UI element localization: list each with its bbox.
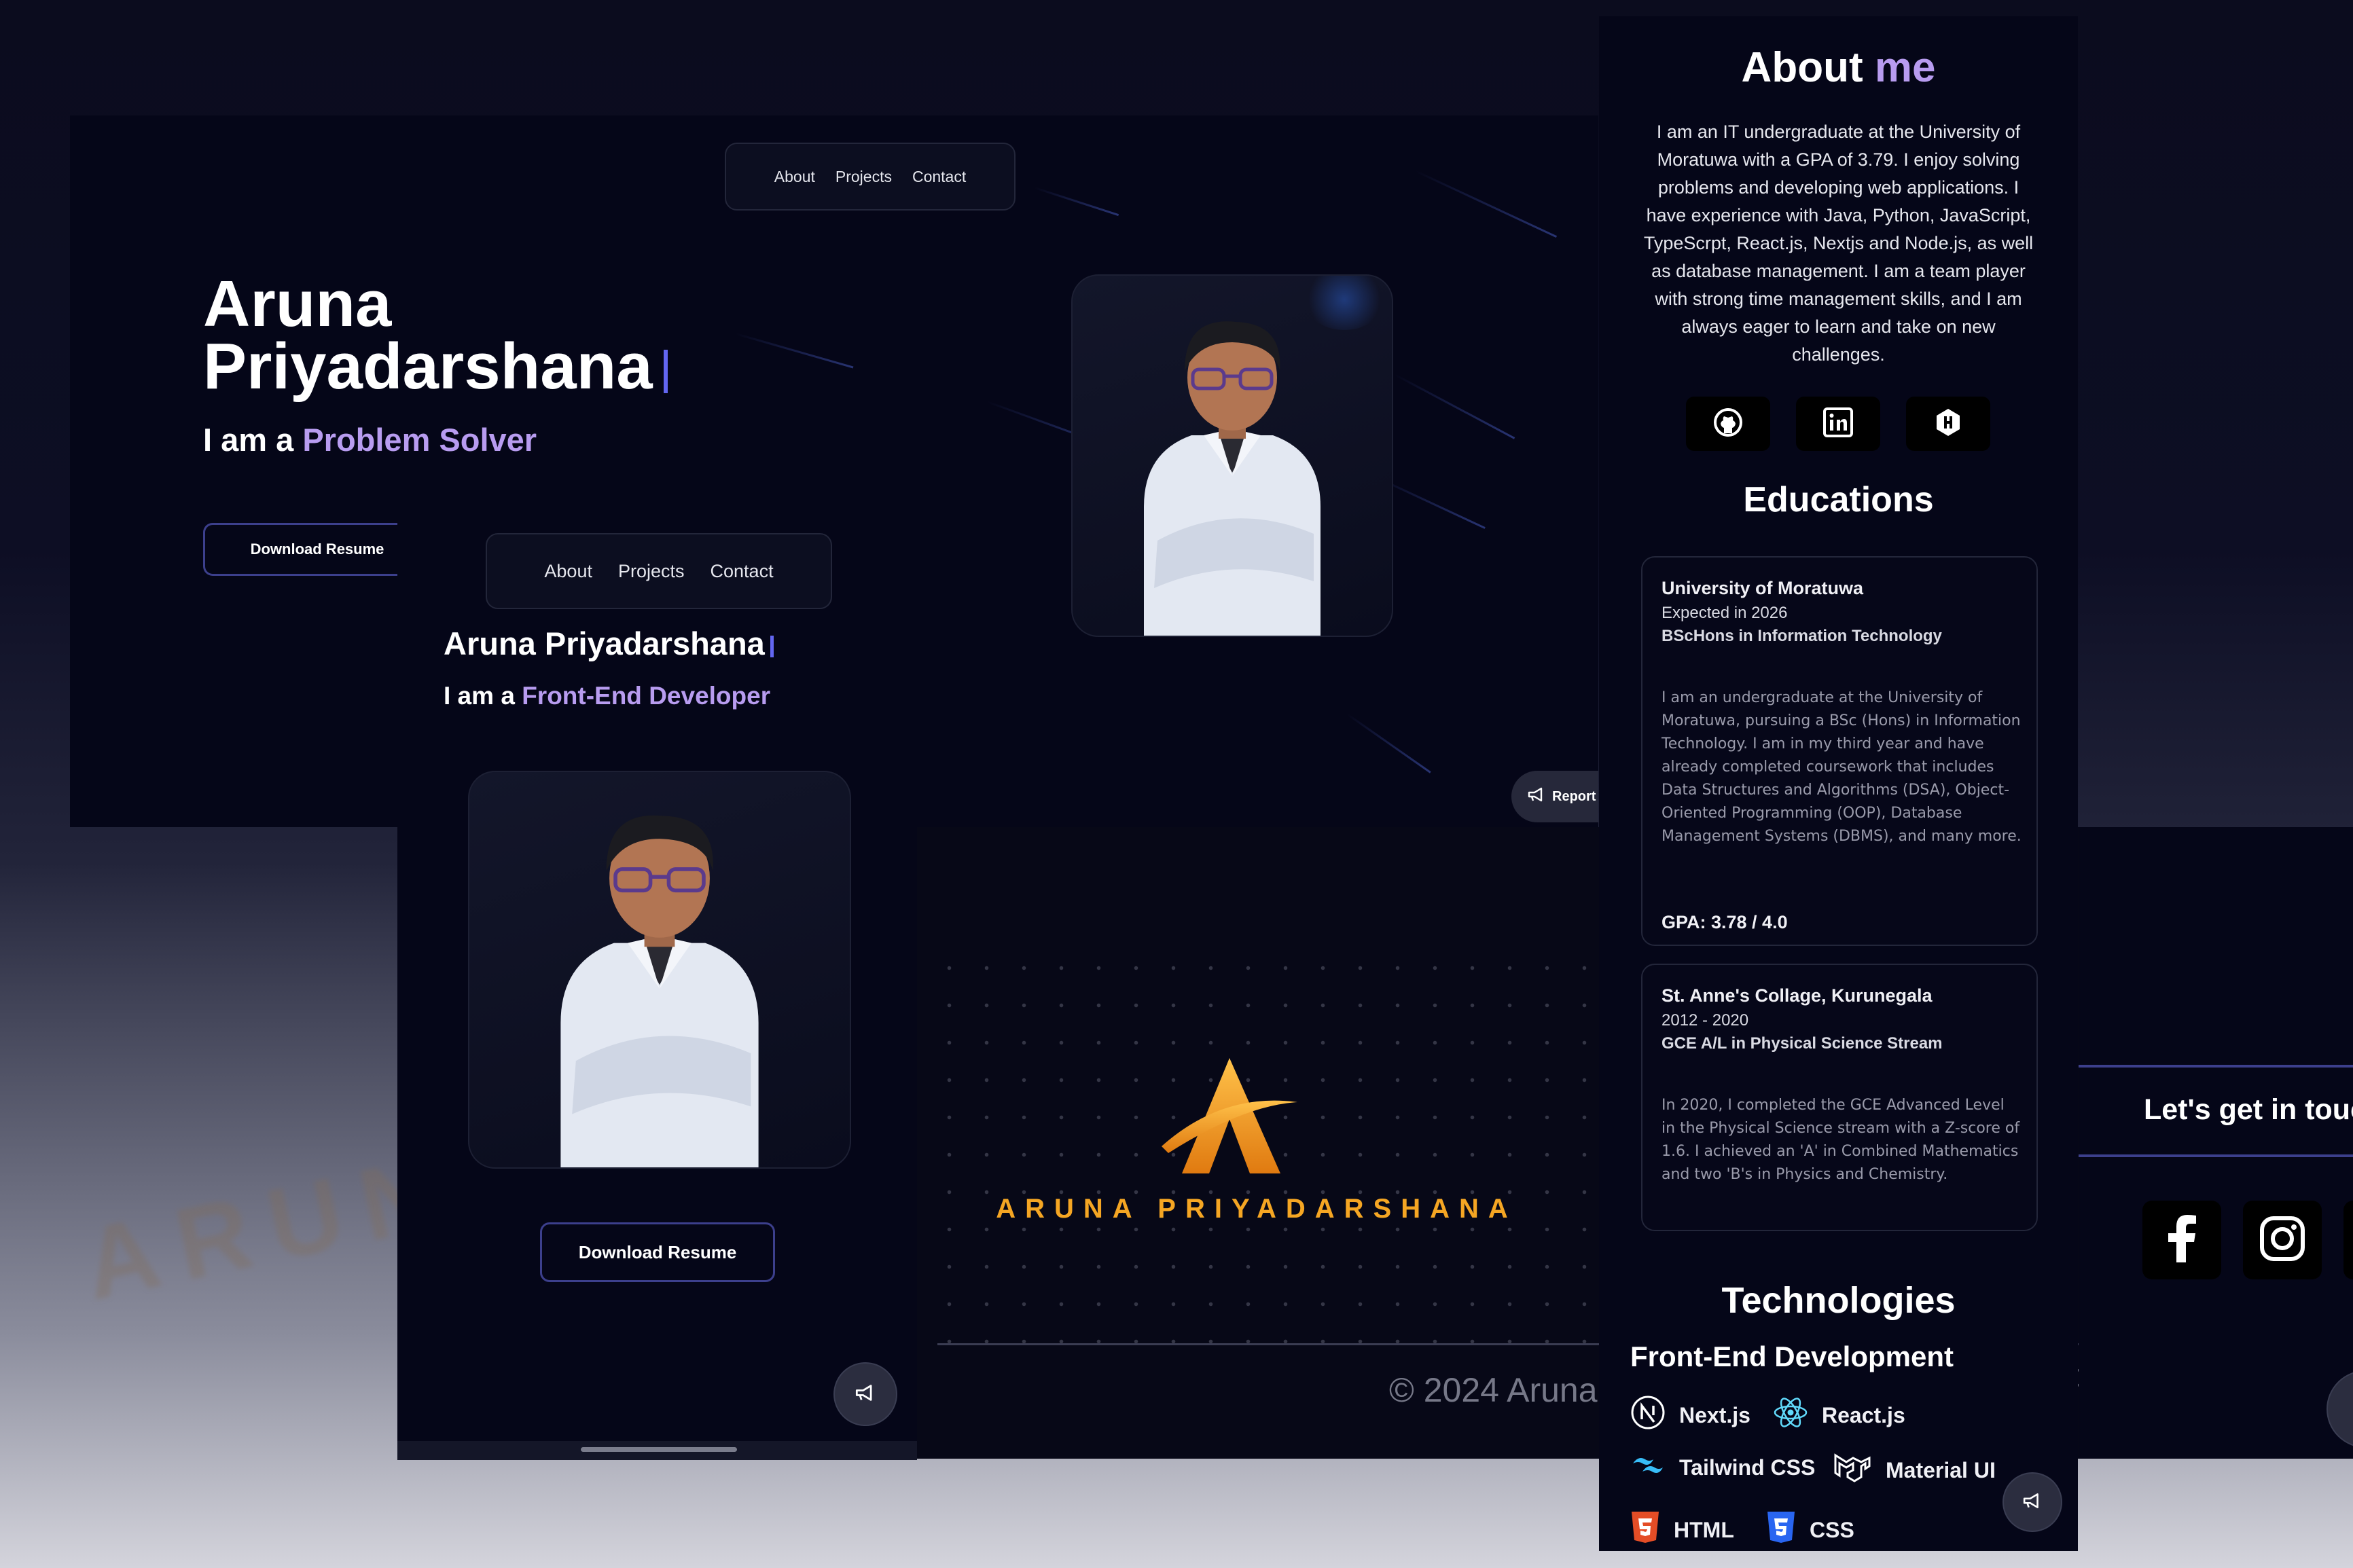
contact-bottom-border: [2079, 1154, 2353, 1157]
education-card: St. Anne's Collage, Kurunegala 2012 - 20…: [1641, 964, 2038, 1231]
contact-heading: Let's get in touc: [2144, 1093, 2353, 1126]
technologies-title: Technologies: [1721, 1280, 1956, 1321]
about-title-accent: me: [1874, 44, 1936, 91]
footer-copyright: © 2024 Aruna: [1389, 1371, 1598, 1409]
mobile-nav-projects[interactable]: Projects: [618, 561, 685, 582]
hero-name: Aruna Priyadarshana: [203, 268, 668, 399]
next-social-button[interactable]: [2343, 1201, 2353, 1279]
tech-item-reactjs: React.js: [1773, 1395, 1905, 1436]
material-ui-icon: [1834, 1453, 1872, 1488]
linkedin-icon: [1823, 407, 1853, 441]
megaphone-icon: [855, 1384, 876, 1405]
light-streak: [1414, 170, 1558, 238]
edu-school: St. Anne's Collage, Kurunegala: [1662, 985, 1933, 1006]
facebook-icon: [2167, 1214, 2197, 1266]
desktop-download-resume-button[interactable]: Download Resume: [203, 523, 429, 576]
contact-screenshot: Let's get in touc: [2079, 827, 2353, 1459]
tech-label: React.js: [1822, 1402, 1905, 1427]
css3-icon: [1766, 1510, 1796, 1550]
mobile-hero-screenshot: About Projects Contact Aruna Priyadarsha…: [397, 509, 917, 1460]
tech-label: HTML: [1674, 1517, 1734, 1542]
tech-item-nextjs: Next.js: [1630, 1395, 1750, 1436]
tagline-role: Problem Solver: [302, 422, 537, 458]
educations-title: Educations: [1743, 480, 1934, 519]
report-button[interactable]: Report: [1511, 771, 1598, 822]
tech-label: Material UI: [1886, 1457, 1996, 1482]
edu-description: I am an undergraduate at the University …: [1662, 689, 2022, 845]
nextjs-icon: [1630, 1395, 1666, 1436]
mobile-profile-photo-card: [468, 771, 851, 1169]
about-report-button[interactable]: [2002, 1472, 2062, 1532]
tagline-prefix: I am a: [203, 422, 294, 458]
tech-label: CSS: [1810, 1517, 1854, 1542]
instagram-button[interactable]: [2243, 1201, 2322, 1279]
hero-name-line1: Aruna: [203, 268, 392, 340]
logo-emblem: [1162, 1058, 1297, 1173]
tech-item-html: HTML: [1630, 1510, 1734, 1550]
edu-school: University of Moratuwa: [1662, 578, 1864, 598]
mobile-nav-contact[interactable]: Contact: [711, 561, 774, 582]
linkedin-button[interactable]: [1796, 397, 1880, 451]
mobile-nav-about[interactable]: About: [544, 561, 592, 582]
tech-label: Tailwind CSS: [1679, 1455, 1816, 1480]
home-indicator[interactable]: [581, 1447, 737, 1452]
desktop-profile-photo-card: [1071, 274, 1393, 637]
mobile-profile-photo: [560, 815, 759, 1167]
facebook-button[interactable]: [2142, 1201, 2221, 1279]
about-title: About me: [1599, 43, 2078, 92]
mobile-nav: About Projects Contact: [486, 533, 832, 609]
tech-item-material-ui: Material UI: [1834, 1453, 1996, 1488]
hashnode-icon: [1933, 407, 1963, 441]
report-label: Report: [1552, 788, 1596, 804]
contact-top-border: [2079, 1065, 2353, 1068]
edu-period: 2012 - 2020: [1662, 1011, 1749, 1029]
profile-photo: [1144, 321, 1321, 636]
nav-contact[interactable]: Contact: [912, 168, 966, 186]
typing-cursor: [770, 635, 774, 657]
education-card: University of Moratuwa Expected in 2026 …: [1641, 556, 2038, 946]
edu-gpa: GPA: 3.78 / 4.0: [1662, 912, 1788, 932]
github-icon: [1713, 407, 1743, 441]
megaphone-icon: [2023, 1493, 2042, 1512]
edu-degree: BScHons in Information Technology: [1662, 627, 1942, 645]
about-title-main: About: [1741, 44, 1863, 91]
light-streak: [735, 333, 854, 369]
github-button[interactable]: [1686, 397, 1770, 451]
html5-icon: [1630, 1510, 1660, 1550]
mobile-hero-name: Aruna Priyadarshana: [444, 625, 774, 662]
about-body: I am an IT undergraduate at the Universi…: [1643, 122, 2034, 365]
nav-about[interactable]: About: [774, 168, 815, 186]
light-streak: [1394, 373, 1515, 439]
megaphone-icon: [1528, 787, 1545, 806]
mobile-download-resume-button[interactable]: Download Resume: [540, 1222, 775, 1282]
light-streak: [1346, 713, 1431, 773]
mobile-tagline-role: Front-End Developer: [522, 682, 771, 710]
typing-cursor: [663, 349, 668, 393]
desktop-nav: About Projects Contact: [725, 143, 1016, 211]
mobile-name-text: Aruna Priyadarshana: [444, 625, 765, 661]
about-screenshot: About me I am an IT undergraduate at the…: [1599, 16, 2078, 1551]
hero-tagline: I am a Problem Solver: [203, 421, 537, 458]
tailwind-icon: [1630, 1453, 1666, 1482]
react-icon: [1773, 1395, 1808, 1436]
logo-wordmark: ARUNA PRIYADARSHANA: [996, 1194, 1517, 1224]
light-streak: [1034, 187, 1119, 217]
mobile-hero-tagline: I am a Front-End Developer: [444, 682, 770, 710]
technologies-subtitle: Front-End Development: [1630, 1341, 1954, 1372]
tech-item-tailwind: Tailwind CSS: [1630, 1453, 1815, 1482]
instagram-icon: [2259, 1215, 2306, 1266]
mobile-tagline-prefix: I am a: [444, 682, 515, 710]
tech-item-css: CSS: [1766, 1510, 1854, 1550]
nav-projects[interactable]: Projects: [836, 168, 892, 186]
edu-period: Expected in 2026: [1662, 604, 1788, 622]
edu-degree: GCE A/L in Physical Science Stream: [1662, 1034, 1943, 1053]
hashnode-button[interactable]: [1906, 397, 1990, 451]
tech-label: Next.js: [1679, 1402, 1750, 1427]
mobile-report-button[interactable]: [833, 1362, 897, 1426]
hero-name-line2: Priyadarshana: [203, 330, 653, 403]
edu-description: In 2020, I completed the GCE Advanced Le…: [1662, 1097, 2020, 1183]
contact-round-button[interactable]: [2327, 1370, 2353, 1448]
